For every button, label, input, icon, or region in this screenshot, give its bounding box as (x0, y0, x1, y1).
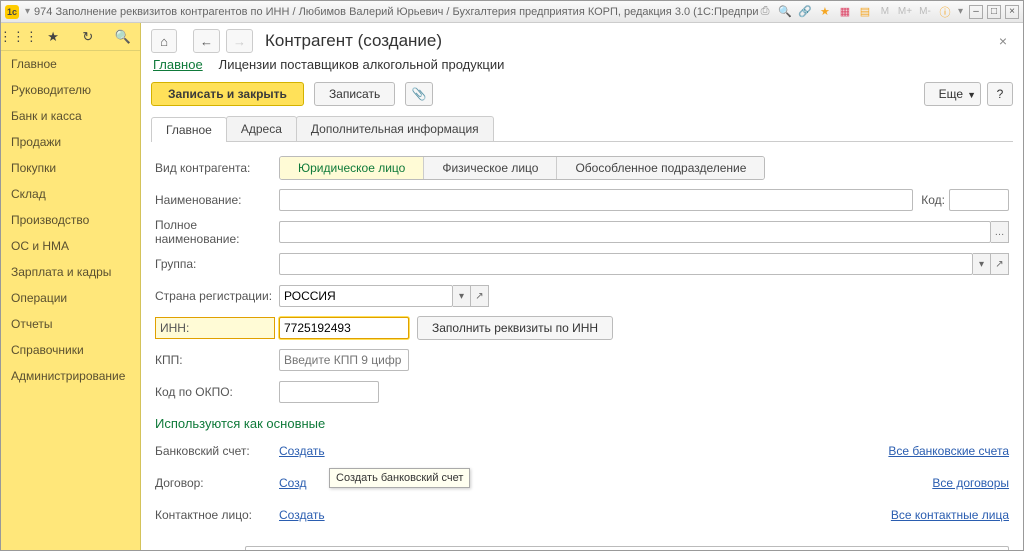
sidebar-item-manager[interactable]: Руководителю (1, 77, 140, 103)
close-form-button[interactable]: × (993, 31, 1013, 51)
type-segmented: Юридическое лицо Физическое лицо Обособл… (279, 156, 765, 180)
fullname-input[interactable] (279, 221, 991, 243)
m-btn[interactable]: M (878, 5, 892, 19)
attach-button[interactable]: 📎 (405, 82, 433, 106)
fill-by-inn-button[interactable]: Заполнить реквизиты по ИНН (417, 316, 613, 340)
close-button[interactable]: × (1005, 5, 1019, 19)
seg-subdivision[interactable]: Обособленное подразделение (557, 157, 764, 179)
calendar-icon[interactable]: ▦ (838, 5, 852, 19)
sidebar-item-production[interactable]: Производство (1, 207, 140, 233)
country-open-button[interactable]: ↗ (471, 285, 489, 307)
bank-label: Банковский счет: (155, 444, 279, 458)
bank-all-link[interactable]: Все банковские счета (888, 444, 1009, 458)
fullname-label: Полное наименование: (155, 218, 279, 246)
m-minus-btn[interactable]: M- (918, 5, 932, 19)
okpo-input[interactable] (279, 381, 379, 403)
type-label: Вид контрагента: (155, 161, 279, 175)
dropdown-icon[interactable]: ▾ (25, 6, 30, 17)
back-button[interactable]: ← (193, 29, 220, 53)
more-button[interactable]: Еще▼ (924, 82, 981, 106)
sidebar-item-hr[interactable]: Зарплата и кадры (1, 259, 140, 285)
seg-legal[interactable]: Юридическое лицо (280, 157, 424, 179)
sidebar-item-bank[interactable]: Банк и касса (1, 103, 140, 129)
section-main-defaults: Используются как основные (155, 416, 1009, 431)
group-open-button[interactable]: ↗ (991, 253, 1009, 275)
forward-button[interactable]: → (226, 29, 253, 53)
calc-icon[interactable]: ▤ (858, 5, 872, 19)
fullname-expand-button[interactable]: … (991, 221, 1009, 243)
star-icon[interactable]: ★ (44, 28, 62, 46)
sidebar-item-reports[interactable]: Отчеты (1, 311, 140, 337)
contract-all-link[interactable]: Все договоры (932, 476, 1009, 490)
help-button[interactable]: ? (987, 82, 1013, 106)
country-input[interactable] (279, 285, 453, 307)
page-title: Контрагент (создание) (265, 31, 442, 51)
link-icon[interactable]: 🔗 (798, 5, 812, 19)
m-plus-btn[interactable]: M+ (898, 5, 912, 19)
name-input[interactable] (279, 189, 913, 211)
subtab-main[interactable]: Главное (151, 117, 227, 142)
tab-main[interactable]: Главное (153, 57, 203, 72)
titlebar: 1c ▾ 974 Заполнение реквизитов контраген… (1, 1, 1023, 23)
group-label: Группа: (155, 257, 279, 271)
save-button[interactable]: Записать (314, 82, 395, 106)
contract-label: Договор: (155, 476, 279, 490)
info-icon[interactable]: ⓘ (938, 5, 952, 19)
name-label: Наименование: (155, 193, 279, 207)
comment-input[interactable] (245, 546, 1009, 550)
tooltip-bank-create: Создать банковский счет (329, 468, 470, 488)
kpp-label: КПП: (155, 353, 279, 367)
sidebar-item-sales[interactable]: Продажи (1, 129, 140, 155)
fav-icon[interactable]: ★ (818, 5, 832, 19)
group-input[interactable] (279, 253, 973, 275)
history-icon[interactable]: ↻ (79, 28, 97, 46)
subtab-addresses[interactable]: Адреса (226, 116, 297, 141)
print-icon[interactable]: ⎙ (758, 5, 772, 19)
home-button[interactable]: ⌂ (151, 29, 177, 53)
sidebar: ⋮⋮⋮ ★ ↻ 🔍 Главное Руководителю Банк и ка… (1, 23, 141, 550)
logo-1c: 1c (5, 5, 19, 19)
sidebar-item-warehouse[interactable]: Склад (1, 181, 140, 207)
titlebar-tools: ⎙ 🔍 🔗 ★ ▦ ▤ M M+ M- ⓘ ▾ (758, 5, 963, 19)
okpo-label: Код по ОКПО: (155, 385, 279, 399)
sidebar-item-operations[interactable]: Операции (1, 285, 140, 311)
main-panel: ⌂ ← → Контрагент (создание) × Главное Ли… (141, 23, 1023, 550)
save-close-button[interactable]: Записать и закрыть (151, 82, 304, 106)
seg-individual[interactable]: Физическое лицо (424, 157, 557, 179)
maximize-button[interactable]: □ (987, 5, 1001, 19)
tab-licenses[interactable]: Лицензии поставщиков алкогольной продукц… (219, 57, 505, 72)
search-icon[interactable]: 🔍 (778, 5, 792, 19)
contact-create-link[interactable]: Создать (279, 508, 325, 522)
code-label: Код: (921, 193, 945, 207)
subtab-extra[interactable]: Дополнительная информация (296, 116, 494, 141)
country-label: Страна регистрации: (155, 289, 279, 303)
group-drop-button[interactable]: ▾ (973, 253, 991, 275)
sidebar-item-purchases[interactable]: Покупки (1, 155, 140, 181)
kpp-input[interactable] (279, 349, 409, 371)
window-title: 974 Заполнение реквизитов контрагентов п… (34, 6, 758, 18)
sidebar-item-admin[interactable]: Администрирование (1, 363, 140, 389)
bank-create-link[interactable]: Создать (279, 444, 325, 458)
contract-create-link[interactable]: Созд (279, 476, 306, 490)
search-icon[interactable]: 🔍 (114, 28, 132, 46)
sidebar-item-main[interactable]: Главное (1, 51, 140, 77)
apps-icon[interactable]: ⋮⋮⋮ (9, 28, 27, 46)
contact-all-link[interactable]: Все контактные лица (891, 508, 1009, 522)
contact-label: Контактное лицо: (155, 508, 279, 522)
inn-label: ИНН: (155, 317, 275, 339)
dropdown-icon-2[interactable]: ▾ (958, 6, 963, 17)
code-input[interactable] (949, 189, 1009, 211)
country-drop-button[interactable]: ▾ (453, 285, 471, 307)
minimize-button[interactable]: – (969, 5, 983, 19)
inn-input[interactable] (279, 317, 409, 339)
sidebar-item-refs[interactable]: Справочники (1, 337, 140, 363)
sidebar-item-assets[interactable]: ОС и НМА (1, 233, 140, 259)
